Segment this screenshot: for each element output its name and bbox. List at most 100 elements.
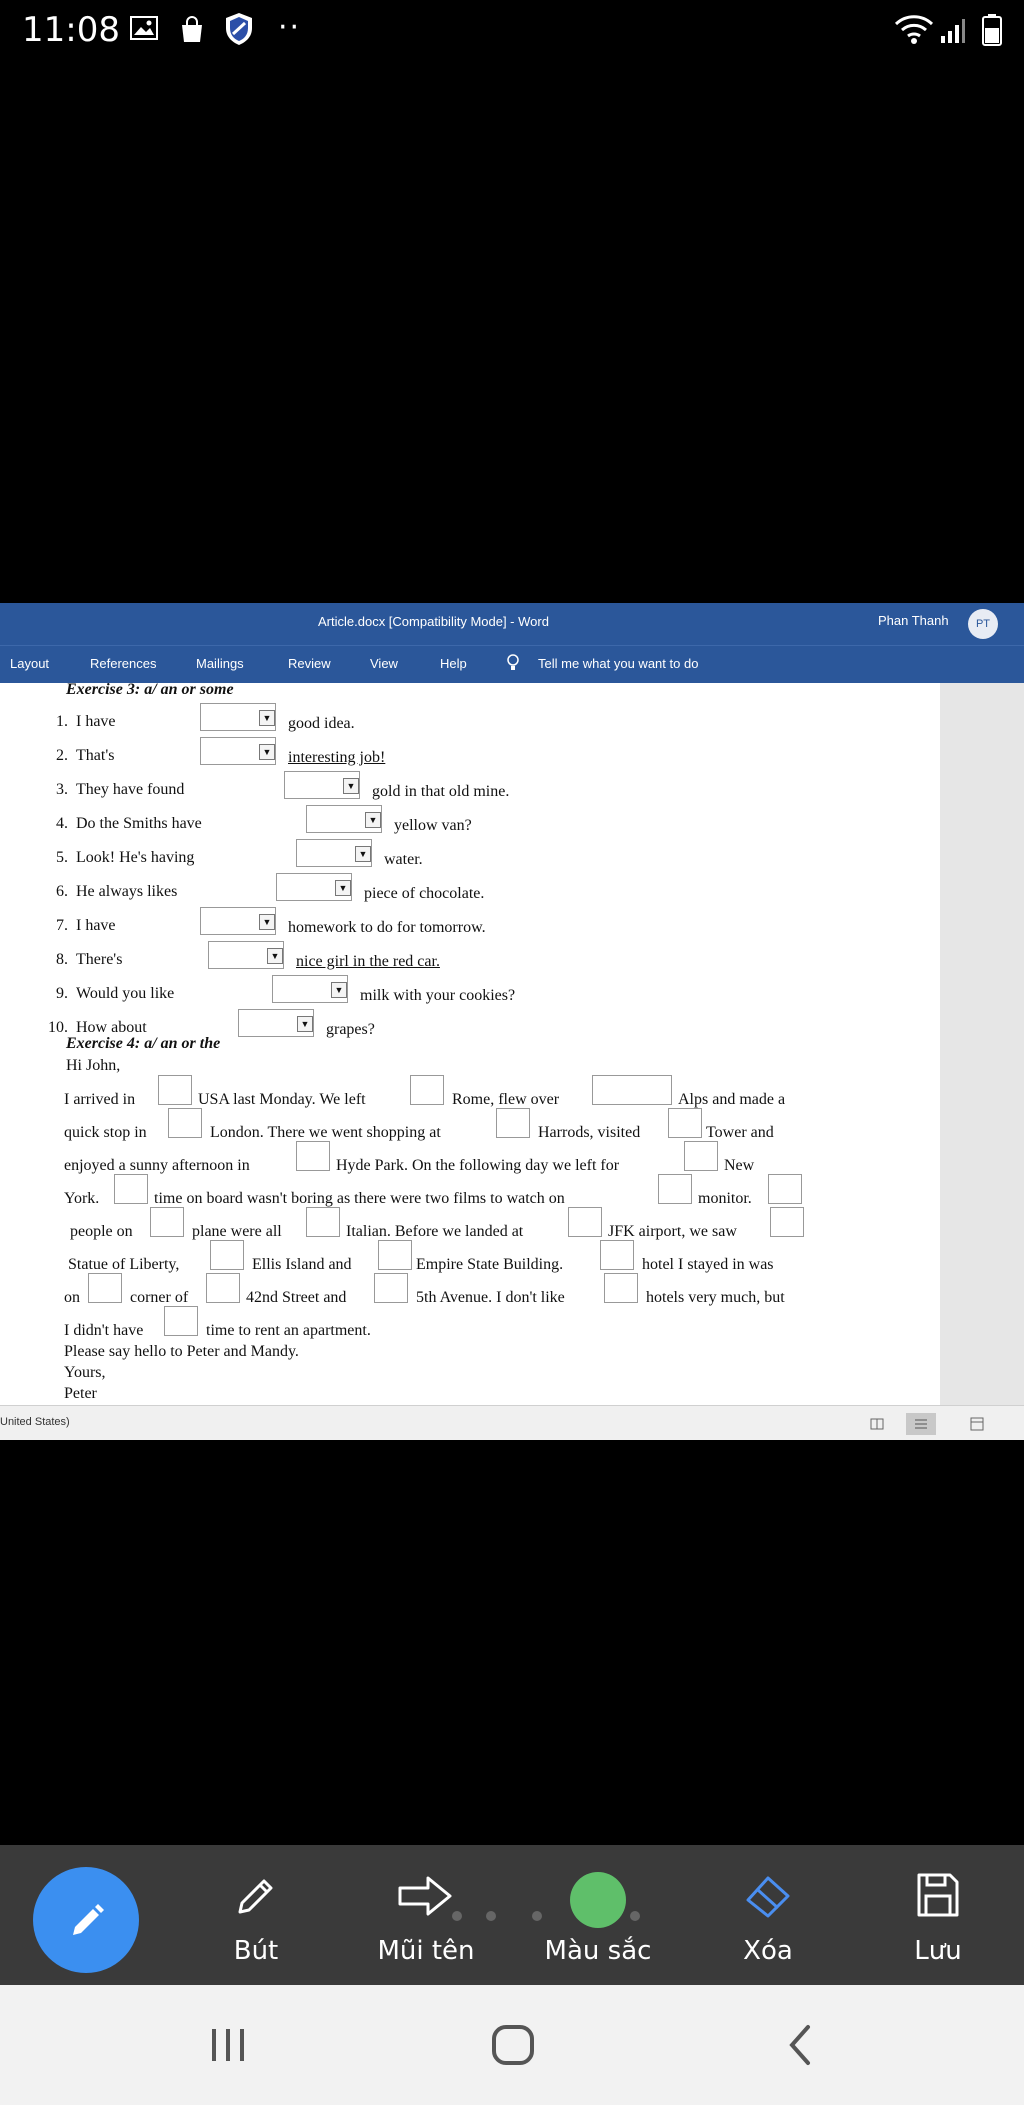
ex3-dropdown-10[interactable]: ▼ (238, 1009, 314, 1037)
letter-text: hotels very much, but (646, 1289, 785, 1306)
blank-input[interactable] (114, 1174, 148, 1204)
item-stem: Do the Smiths have (76, 815, 202, 832)
erase-tool-button[interactable]: Xóa (698, 1860, 838, 1980)
tell-me-search[interactable]: Tell me what you want to do (538, 656, 698, 671)
blank-input[interactable] (496, 1108, 530, 1138)
ex3-dropdown-2[interactable]: ▼ (200, 737, 276, 765)
chevron-down-icon: ▼ (331, 982, 347, 998)
recent-apps-icon[interactable] (206, 2025, 250, 2065)
home-icon[interactable] (490, 2023, 536, 2067)
letter-text: time to rent an apartment. (206, 1322, 371, 1339)
tab-help[interactable]: Help (440, 656, 467, 671)
pencil-icon (73, 1904, 104, 1935)
tab-mailings[interactable]: Mailings (196, 656, 244, 671)
letter-text: Empire State Building. (416, 1256, 564, 1273)
language-status[interactable]: United States) (0, 1416, 70, 1428)
ex3-dropdown-8[interactable]: ▼ (208, 941, 284, 969)
pen-icon (238, 1879, 273, 1914)
blank-input[interactable] (684, 1141, 718, 1171)
color-tool-button[interactable]: Màu sắc (528, 1860, 668, 1980)
item-stem: That's (76, 747, 115, 764)
blank-input[interactable] (668, 1108, 702, 1138)
ex3-dropdown-4[interactable]: ▼ (306, 805, 382, 833)
print-layout-button[interactable] (906, 1413, 936, 1435)
shopping-bag-icon (182, 16, 202, 42)
ex3-dropdown-7[interactable]: ▼ (200, 907, 276, 935)
print-layout-icon (915, 1419, 927, 1429)
blank-input[interactable] (150, 1207, 184, 1237)
status-time: 11:08 (22, 10, 120, 50)
ex3-dropdown-5[interactable]: ▼ (296, 839, 372, 867)
user-name: Phan Thanh (878, 613, 949, 628)
letter-text: 42nd Street and (246, 1289, 347, 1306)
blank-input[interactable] (88, 1273, 122, 1303)
ex3-dropdown-3[interactable]: ▼ (284, 771, 360, 799)
arrow-tool-label: Mũi tên (377, 1936, 475, 1966)
ex3-after-2: interesting job! (288, 749, 386, 766)
blank-input[interactable] (658, 1174, 692, 1204)
gallery-icon (130, 16, 158, 40)
blank-input[interactable] (592, 1075, 672, 1105)
tab-view[interactable]: View (370, 656, 398, 671)
chevron-down-icon: ▼ (297, 1016, 313, 1032)
web-layout-button[interactable] (962, 1413, 992, 1435)
letter-greeting: Hi John, (66, 1057, 121, 1074)
item-stem: There's (76, 951, 123, 968)
pen-tool-button[interactable]: Bút (186, 1860, 326, 1980)
item-number: 7. (56, 917, 68, 934)
blank-input[interactable] (210, 1240, 244, 1270)
tab-review[interactable]: Review (288, 656, 331, 671)
letter-text: 5th Avenue. I don't like (416, 1289, 565, 1306)
pen-tool-label: Bút (233, 1936, 279, 1966)
color-tool-label: Màu sắc (544, 1936, 652, 1966)
letter-text: Harrods, visited (538, 1124, 641, 1141)
letter-text: on (64, 1289, 80, 1306)
item-number: 4. (56, 815, 68, 832)
blank-input[interactable] (306, 1207, 340, 1237)
document-page: Exercise 3: a/ an or some 1. I have ▼ go… (0, 681, 940, 1405)
more-notifications-icon: ·· (278, 10, 302, 45)
ex3-after-9: milk with your cookies? (360, 987, 516, 1004)
letter-text: time on board wasn't boring as there wer… (154, 1190, 565, 1207)
letter-closing: Please say hello to Peter and Mandy. (64, 1343, 299, 1360)
word-window-screenshot[interactable]: Article.docx [Compatibility Mode] - Word… (0, 603, 1024, 1440)
blank-input[interactable] (600, 1240, 634, 1270)
tab-layout[interactable]: Layout (10, 656, 49, 671)
read-mode-icon (870, 1418, 884, 1430)
letter-text: hotel I stayed in was (642, 1256, 774, 1273)
blank-input[interactable] (770, 1207, 804, 1237)
blank-input[interactable] (568, 1207, 602, 1237)
blank-input[interactable] (164, 1306, 198, 1336)
ex3-dropdown-9[interactable]: ▼ (272, 975, 348, 1003)
item-number: 5. (56, 849, 68, 866)
save-tool-button[interactable]: Lưu (868, 1860, 1008, 1980)
ex3-dropdown-6[interactable]: ▼ (276, 873, 352, 901)
shield-icon (226, 13, 252, 45)
edit-fab-button[interactable] (33, 1867, 139, 1973)
ex3-after-10: grapes? (326, 1021, 375, 1038)
ex3-after-6: piece of chocolate. (364, 885, 485, 902)
blank-input[interactable] (374, 1273, 408, 1303)
ex3-after-7: homework to do for tomorrow. (288, 919, 486, 936)
back-icon[interactable] (784, 2023, 814, 2067)
tab-references[interactable]: References (90, 656, 156, 671)
blank-input[interactable] (604, 1273, 638, 1303)
blank-input[interactable] (296, 1141, 330, 1171)
item-stem: Look! He's having (76, 849, 195, 866)
chevron-down-icon: ▼ (335, 880, 351, 896)
arrow-tool-button[interactable]: Mũi tên (356, 1860, 496, 1980)
system-nav-bar (0, 1985, 1024, 2105)
blank-input[interactable] (768, 1174, 802, 1204)
blank-input[interactable] (206, 1273, 240, 1303)
letter-text: USA last Monday. We left (198, 1091, 366, 1108)
blank-input[interactable] (410, 1075, 444, 1105)
exercise3-heading: Exercise 3: a/ an or some (66, 681, 234, 698)
blank-input[interactable] (168, 1108, 202, 1138)
document-title: Article.docx [Compatibility Mode] - Word (318, 614, 549, 629)
blank-input[interactable] (378, 1240, 412, 1270)
blank-input[interactable] (158, 1075, 192, 1105)
read-mode-button[interactable] (862, 1413, 892, 1435)
letter-signoff: Yours, (64, 1364, 106, 1381)
ex3-dropdown-1[interactable]: ▼ (200, 703, 276, 731)
chevron-down-icon: ▼ (355, 846, 371, 862)
